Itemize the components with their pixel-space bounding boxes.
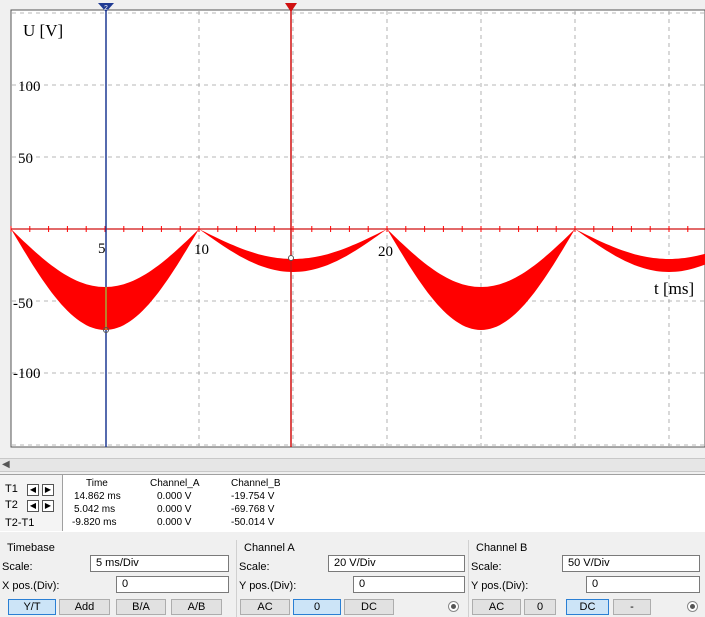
channel-a-title: Channel A bbox=[244, 542, 295, 554]
t2-t1-channel-b: -50.014 V bbox=[231, 517, 275, 528]
y-tick-label: 100 bbox=[18, 79, 41, 95]
column-header-channel-b: Channel_B bbox=[231, 478, 281, 489]
oscilloscope-screen: 2 U [V] t [ms] 100 50 -50 -100 5 10 20 bbox=[0, 0, 705, 458]
t1-label: T1 bbox=[5, 483, 18, 495]
t1-channel-a: 0.000 V bbox=[157, 491, 192, 502]
yt-button[interactable]: Y/T bbox=[8, 599, 56, 615]
horizontal-scrollbar[interactable]: ◀ bbox=[0, 458, 705, 472]
timebase-xpos-field[interactable]: 0 bbox=[116, 576, 229, 593]
y-tick-label: 50 bbox=[18, 151, 33, 167]
timebase-scale-field[interactable]: 5 ms/Div bbox=[90, 555, 229, 572]
timebase-title: Timebase bbox=[7, 542, 55, 554]
channel-a-scale-label: Scale: bbox=[239, 561, 270, 573]
t1-right-arrow-icon[interactable]: ▶ bbox=[42, 484, 54, 496]
x-tick-label: 10 bbox=[194, 242, 209, 258]
add-button[interactable]: Add bbox=[59, 599, 110, 615]
cursor-2-point bbox=[288, 255, 294, 261]
t2-channel-b: -69.768 V bbox=[231, 504, 275, 515]
y-axis-label: U [V] bbox=[23, 21, 63, 40]
channel-b-ypos-field[interactable]: 0 bbox=[586, 576, 700, 593]
t2-label: T2 bbox=[5, 499, 18, 511]
channel-a-ypos-field[interactable]: 0 bbox=[353, 576, 465, 593]
timebase-panel: Timebase Scale: 5 ms/Div X pos.(Div): 0 … bbox=[0, 540, 236, 617]
channel-b-ac-button[interactable]: AC bbox=[472, 599, 521, 615]
t1-left-arrow-icon[interactable]: ◀ bbox=[27, 484, 39, 496]
y-tick-label: -50 bbox=[13, 296, 33, 312]
t2-t1-label: T2-T1 bbox=[5, 517, 35, 529]
t2-t1-channel-a: 0.000 V bbox=[157, 517, 192, 528]
b-a-button[interactable]: B/A bbox=[116, 599, 166, 615]
x-tick-label: 5 bbox=[98, 241, 106, 257]
channel-b-ypos-label: Y pos.(Div): bbox=[471, 580, 529, 592]
channel-b-dc-button[interactable]: DC bbox=[566, 599, 609, 615]
channel-a-ac-button[interactable]: AC bbox=[240, 599, 290, 615]
channel-a-ypos-label: Y pos.(Div): bbox=[239, 580, 297, 592]
channel-a-trigger-radio[interactable] bbox=[448, 601, 459, 612]
channel-b-trigger-radio[interactable] bbox=[687, 601, 698, 612]
t2-left-arrow-icon[interactable]: ◀ bbox=[27, 500, 39, 512]
channel-a-zero-button[interactable]: 0 bbox=[293, 599, 341, 615]
x-axis-label: t [ms] bbox=[654, 279, 694, 298]
t2-time: 5.042 ms bbox=[74, 504, 116, 515]
x-tick-label: 20 bbox=[378, 244, 393, 260]
t2-channel-a: 0.000 V bbox=[157, 504, 192, 515]
timebase-scale-label: Scale: bbox=[2, 561, 33, 573]
timebase-xpos-label: X pos.(Div): bbox=[2, 580, 60, 592]
t2-t1-time: -9.820 ms bbox=[72, 517, 117, 528]
column-header-channel-a: Channel_A bbox=[150, 478, 200, 489]
scroll-left-icon[interactable]: ◀ bbox=[2, 459, 10, 471]
channel-a-dc-button[interactable]: DC bbox=[344, 599, 394, 615]
channel-b-scale-label: Scale: bbox=[471, 561, 502, 573]
channel-b-panel: Channel B Scale: 50 V/Div Y pos.(Div): 0… bbox=[468, 540, 705, 617]
channel-b-title: Channel B bbox=[476, 542, 528, 554]
y-tick-label: -100 bbox=[13, 366, 41, 382]
t2-right-arrow-icon[interactable]: ▶ bbox=[42, 500, 54, 512]
a-b-button[interactable]: A/B bbox=[171, 599, 222, 615]
channel-b-minus-button[interactable]: - bbox=[613, 599, 651, 615]
column-header-time: Time bbox=[86, 478, 108, 489]
channel-a-scale-field[interactable]: 20 V/Div bbox=[328, 555, 465, 572]
channel-b-zero-button[interactable]: 0 bbox=[524, 599, 556, 615]
cursor-readout: T1 ◀ ▶ T2 ◀ ▶ T2-T1 Time Channel_A Chann… bbox=[0, 474, 705, 532]
t1-time: 14.862 ms bbox=[74, 491, 121, 502]
t1-channel-b: -19.754 V bbox=[231, 491, 275, 502]
cursor-1-marker: 2 bbox=[104, 5, 108, 12]
channel-b-scale-field[interactable]: 50 V/Div bbox=[562, 555, 700, 572]
channel-a-panel: Channel A Scale: 20 V/Div Y pos.(Div): 0… bbox=[236, 540, 468, 617]
cursor-controls: T1 ◀ ▶ T2 ◀ ▶ T2-T1 bbox=[0, 475, 63, 531]
